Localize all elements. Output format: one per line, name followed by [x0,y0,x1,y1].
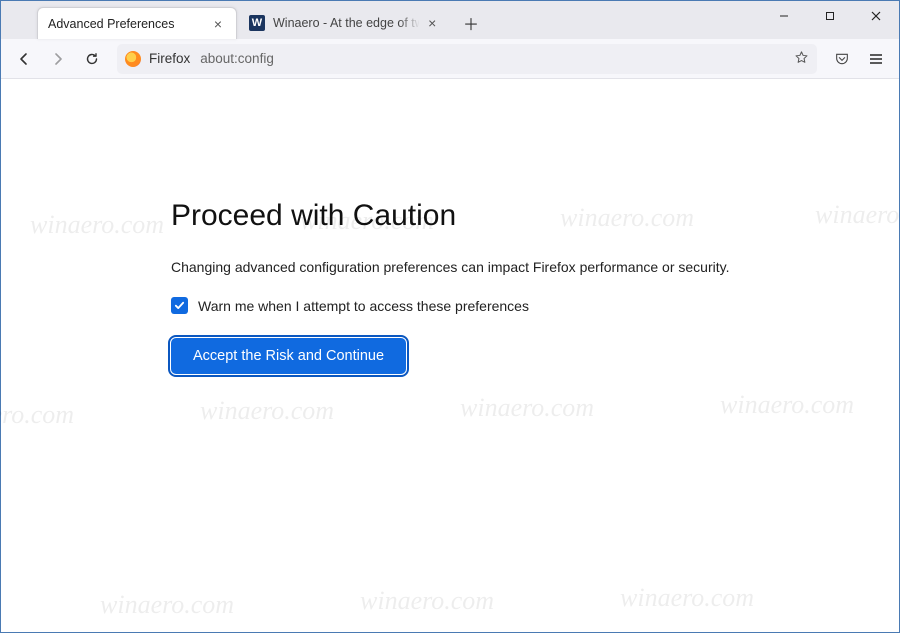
close-icon[interactable]: × [425,15,439,31]
tab-advanced-preferences[interactable]: Advanced Preferences × [37,7,237,39]
window-controls [761,1,899,31]
toolbar-right [825,42,893,76]
accept-risk-button[interactable]: Accept the Risk and Continue [171,338,406,374]
bookmark-star-icon[interactable] [794,50,809,68]
window-close-button[interactable] [853,1,899,31]
warn-checkbox-row[interactable]: Warn me when I attempt to access these p… [171,297,899,314]
tab-label: Winaero - At the edge of tweak [273,16,419,30]
address-bar[interactable]: Firefox about:config [117,44,817,74]
maximize-button[interactable] [807,1,853,31]
url-text: about:config [200,51,794,66]
checkbox-label: Warn me when I attempt to access these p… [198,298,529,314]
browser-window: Advanced Preferences × W Winaero - At th… [0,0,900,633]
pocket-icon[interactable] [825,42,859,76]
tab-strip: Advanced Preferences × W Winaero - At th… [1,1,899,39]
page-content: Proceed with Caution Changing advanced c… [1,79,899,632]
back-button[interactable] [7,42,41,76]
favicon-icon: W [249,15,265,31]
close-icon[interactable]: × [210,16,226,32]
checkbox-icon[interactable] [171,297,188,314]
minimize-button[interactable] [761,1,807,31]
warning-description: Changing advanced configuration preferen… [171,259,899,275]
identity-label: Firefox [149,51,190,66]
navigation-toolbar: Firefox about:config [1,39,899,79]
forward-button[interactable] [41,42,75,76]
tabs-container: Advanced Preferences × W Winaero - At th… [1,1,485,39]
new-tab-button[interactable]: ＋ [457,9,485,37]
tab-label: Advanced Preferences [48,17,204,31]
page-title: Proceed with Caution [171,199,899,233]
reload-button[interactable] [75,42,109,76]
tab-winaero[interactable]: W Winaero - At the edge of tweak × [239,7,449,39]
app-menu-button[interactable] [859,42,893,76]
firefox-icon [125,51,141,67]
